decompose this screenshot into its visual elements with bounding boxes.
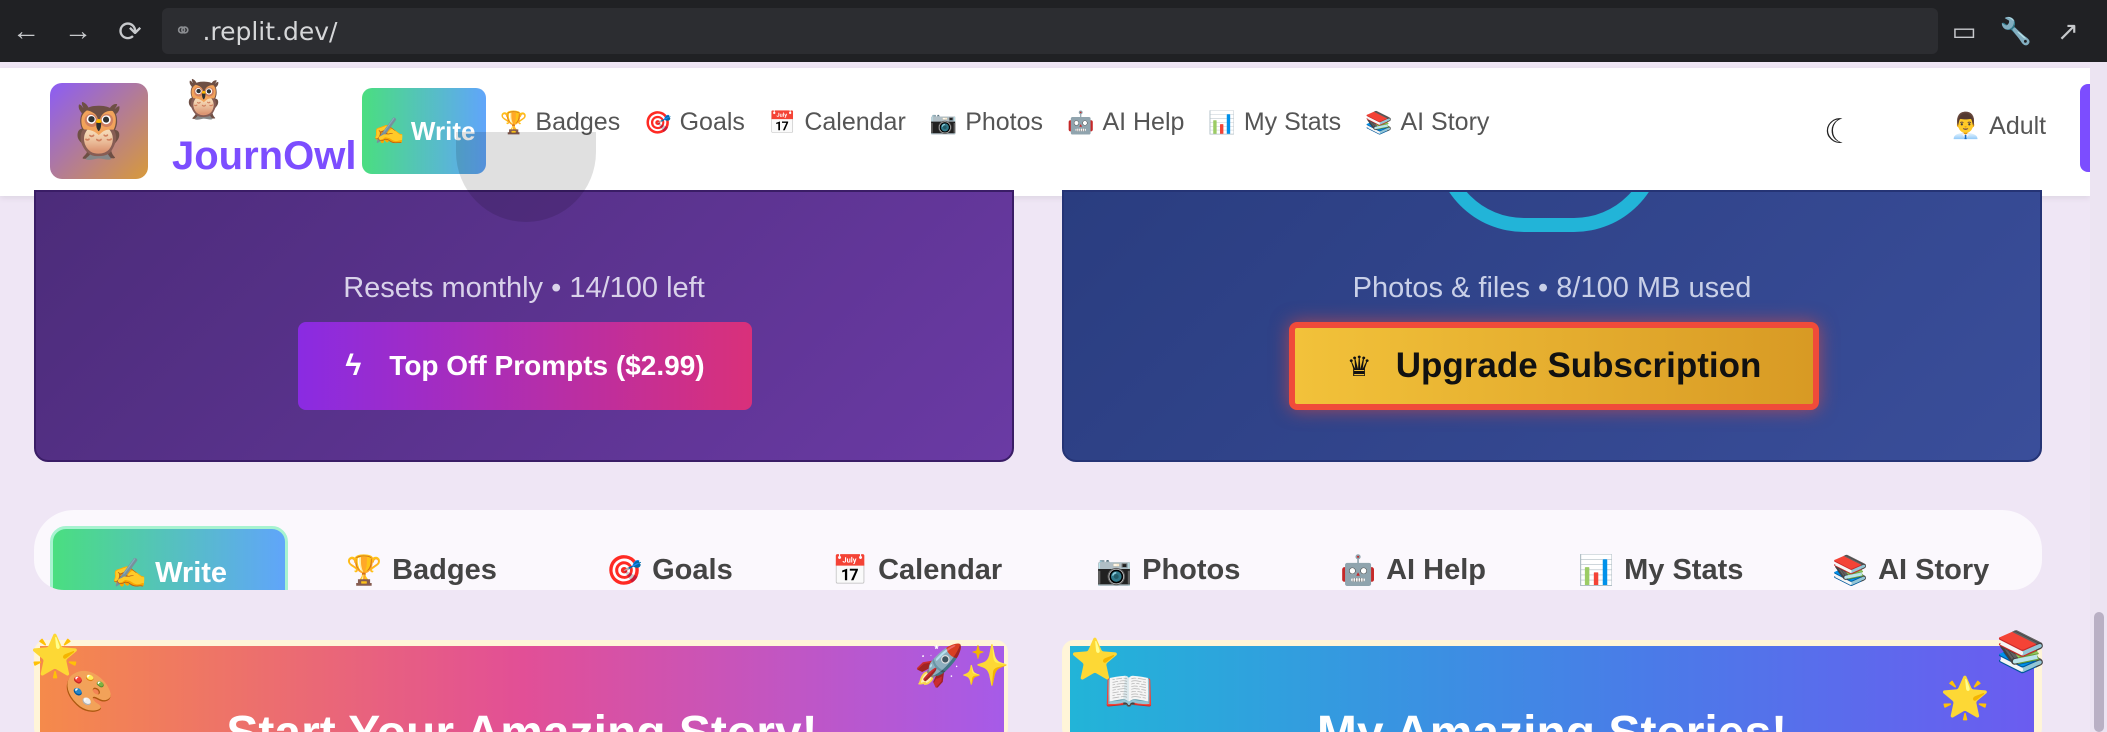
tab-goals[interactable]: 🎯 Goals — [606, 554, 733, 588]
nav-calendar[interactable]: 📅 Calendar — [769, 108, 906, 137]
writing-hand-icon: ✍️ — [110, 558, 148, 590]
trophy-icon: 🏆 — [346, 555, 383, 587]
nav-label: My Stats — [1243, 108, 1342, 136]
nav-goals[interactable]: 🎯 Goals — [644, 108, 745, 137]
feature-tabs: ✍️ Write 🏆 Badges 🎯 Goals 📅 Calendar 📷 P… — [34, 510, 2042, 590]
books-icon: 📚 — [1996, 630, 2046, 674]
back-icon[interactable]: ← — [0, 0, 52, 62]
tab-my-stats[interactable]: 📊 My Stats — [1578, 554, 1743, 588]
owl-icon: 🦉 — [180, 79, 228, 121]
browser-actions: ▭ 🔧 ↗ — [1947, 0, 2107, 62]
storage-ring — [1434, 192, 1664, 232]
start-story-title: Start Your Amazing Story! — [40, 706, 1004, 732]
star-icon: 🌟 — [1940, 676, 1990, 720]
nav-my-stats[interactable]: 📊 My Stats — [1208, 108, 1341, 137]
tab-label: Goals — [652, 554, 733, 586]
books-icon: 📚 — [1365, 109, 1393, 135]
robot-icon: 🤖 — [1340, 555, 1377, 587]
upgrade-subscription-button[interactable]: ♛ Upgrade Subscription — [1289, 322, 1819, 410]
tab-photos[interactable]: 📷 Photos — [1096, 554, 1240, 588]
tab-badges[interactable]: 🏆 Badges — [346, 554, 497, 588]
calendar-icon: 📅 — [768, 109, 797, 135]
url-text: .replit.dev/ — [202, 16, 338, 46]
books-icon: 📚 — [1832, 555, 1869, 587]
sparkle-icon: ✨ — [960, 644, 1010, 688]
crown-icon: ♛ — [1346, 350, 1372, 382]
top-off-prompts-button[interactable]: ϟ Top Off Prompts ($2.99) — [298, 322, 752, 410]
my-stories-banner[interactable]: My Amazing Stories! — [1070, 646, 2034, 732]
open-external-icon[interactable]: ↗ — [2051, 16, 2085, 47]
user-mode-toggle[interactable]: 👨‍💼 Adult — [1950, 112, 2046, 141]
tab-label: Badges — [392, 554, 497, 586]
nav-label: Photos — [965, 108, 1044, 136]
nav-label: AI Help — [1102, 108, 1185, 136]
link-icon: ⚭ — [174, 18, 193, 43]
tab-label: My Stats — [1624, 554, 1744, 586]
start-story-banner[interactable]: Start Your Amazing Story! — [40, 646, 1004, 732]
book-icon: 📖 — [1104, 670, 1154, 714]
lightning-icon: ϟ — [345, 349, 362, 382]
my-stories-title: My Amazing Stories! — [1070, 706, 2034, 732]
storage-status: Photos & files • 8/100 MB used — [1352, 272, 1752, 304]
brand-name[interactable]: JournOwl — [172, 134, 356, 179]
nav-photos[interactable]: 📷 Photos — [930, 108, 1043, 137]
rocket-icon: 🚀 — [914, 644, 964, 688]
reload-icon[interactable]: ⟳ — [104, 0, 156, 62]
camera-icon: 📷 — [929, 109, 958, 135]
prompts-usage-card: Resets monthly • 14/100 left ϟ Top Off P… — [34, 132, 1014, 462]
tab-calendar[interactable]: 📅 Calendar — [832, 554, 1002, 588]
tab-label: Write — [155, 557, 228, 589]
prompts-status: Resets monthly • 14/100 left — [343, 272, 705, 304]
nav-label: Goals — [679, 108, 745, 136]
dark-mode-moon-icon[interactable]: ☾ — [1824, 112, 1854, 152]
tab-ai-story[interactable]: 📚 AI Story — [1832, 554, 1989, 588]
calendar-icon: 📅 — [832, 555, 869, 587]
tab-label: AI Help — [1386, 554, 1487, 586]
tab-label: Photos — [1142, 554, 1241, 586]
bar-chart-icon: 📊 — [1208, 109, 1236, 135]
person-icon: 👨‍💼 — [1950, 112, 1982, 140]
tab-write[interactable]: ✍️ Write — [50, 526, 288, 590]
nav-ai-story[interactable]: 📚 AI Story — [1365, 108, 1489, 137]
scrollbar-thumb[interactable] — [2094, 612, 2104, 732]
tab-label: Calendar — [878, 554, 1003, 586]
storage-usage-card: Photos & files • 8/100 MB used ♛ Upgrade… — [1062, 190, 2042, 462]
robot-icon: 🤖 — [1067, 109, 1095, 135]
usage-ring — [456, 132, 596, 222]
top-off-label: Top Off Prompts ($2.99) — [389, 350, 705, 381]
upgrade-label: Upgrade Subscription — [1395, 346, 1762, 385]
nav-label: AI Story — [1400, 108, 1490, 136]
tab-label: AI Story — [1878, 554, 1990, 586]
writing-hand-icon: ✍️ — [372, 115, 405, 146]
address-bar[interactable]: ⚭ .replit.dev/ — [162, 8, 1938, 54]
wrench-icon[interactable]: 🔧 — [1999, 16, 2033, 47]
bar-chart-icon: 📊 — [1578, 555, 1615, 587]
palette-icon: 🎨 — [64, 670, 114, 714]
nav-ai-help[interactable]: 🤖 AI Help — [1067, 108, 1184, 137]
logo-owl-icon[interactable]: 🦉 — [50, 83, 148, 179]
target-icon: 🎯 — [644, 109, 672, 135]
camera-icon: 📷 — [1096, 555, 1133, 587]
devices-icon[interactable]: ▭ — [1947, 16, 1981, 47]
user-mode-label: Adult — [1989, 112, 2047, 140]
app-header: 🦉 🦉 JournOwl ✍️ Write 🏆 Badges 🎯 Goals 📅… — [0, 68, 2100, 196]
nav-label: Calendar — [804, 108, 906, 136]
tab-ai-help[interactable]: 🤖 AI Help — [1340, 554, 1486, 588]
target-icon: 🎯 — [606, 555, 643, 587]
forward-icon[interactable]: → — [52, 0, 104, 62]
header-nav: 🏆 Badges 🎯 Goals 📅 Calendar 📷 Photos 🤖 A… — [500, 108, 1489, 137]
